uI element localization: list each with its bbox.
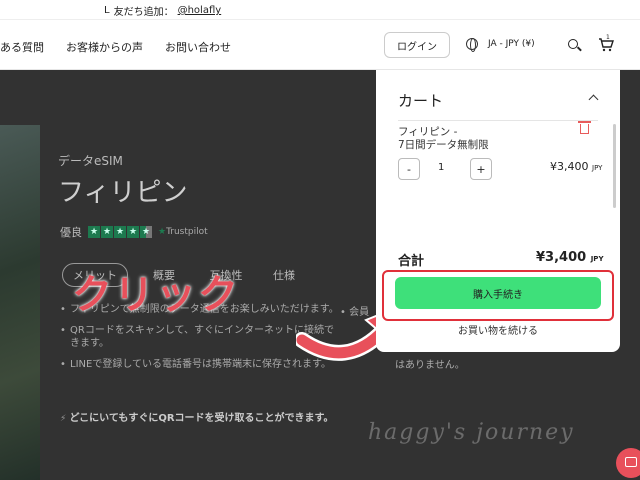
language-label: JA - JPY (¥) (488, 39, 535, 49)
watermark: haggy's journey (368, 420, 575, 445)
tab-specs[interactable]: 仕様 (266, 263, 302, 287)
star-icon: ★ (114, 226, 126, 238)
search-icon[interactable] (568, 39, 578, 49)
cart-item-price: ¥3,400 JPY (550, 160, 603, 173)
cart-count-badge: 1 (606, 34, 610, 41)
trustpilot-icon: ★ (158, 227, 167, 237)
trustpilot-label: ★Trustpilot (158, 227, 208, 237)
login-button[interactable]: ログイン (384, 32, 450, 58)
cart-scrollbar[interactable] (613, 124, 616, 208)
chevron-up-icon[interactable] (588, 94, 599, 105)
total-label: 合計 (398, 254, 425, 269)
product-hero-image (0, 125, 40, 480)
cart-panel: カート フィリピン - 7日間データ無制限 - 1 + ¥3,400 JPY 合… (376, 70, 620, 352)
continue-shopping-link[interactable]: お買い物を続ける (376, 322, 620, 337)
announcement-bar (0, 0, 640, 20)
nav-link-contact[interactable]: お問い合わせ (165, 39, 231, 55)
rating-row: 優良 ★ ★ ★ ★ ★ ★Trustpilot (60, 224, 208, 240)
rating-label: 優良 (60, 226, 82, 239)
click-annotation-text: クリック (72, 272, 240, 318)
cart-title: カート (398, 92, 444, 110)
star-icon: ★ (140, 226, 152, 238)
qty-value: 1 (438, 162, 445, 173)
qty-increase-button[interactable]: + (470, 158, 492, 180)
qr-note: ⚡ どこにいてもすぐにQRコードを受け取ることができます。 (60, 413, 334, 424)
line-icon: L (104, 5, 110, 16)
cart-item-name: フィリピン - 7日間データ無制限 (398, 126, 489, 151)
main-nav: ある質問 お客様からの声 お問い合わせ ログイン JA - JPY (¥) 1 (0, 20, 640, 70)
divider (398, 120, 598, 121)
star-icon: ★ (88, 226, 100, 238)
product-title: フィリピン (58, 178, 188, 208)
language-selector[interactable]: JA - JPY (¥) (466, 38, 535, 52)
line-add-friend[interactable]: L 友だち追加： @holafly (104, 3, 221, 18)
total-value: ¥3,400 JPY (536, 250, 604, 265)
product-subtitle: データeSIM (58, 154, 123, 168)
chat-button[interactable] (616, 448, 640, 478)
star-icon: ★ (101, 226, 113, 238)
trash-icon[interactable] (578, 121, 591, 134)
line-handle-link[interactable]: @holafly (178, 5, 222, 16)
nav-link-reviews[interactable]: お客様からの声 (66, 39, 143, 55)
checkout-button[interactable]: 購入手続き (395, 277, 601, 309)
star-icon: ★ (127, 226, 139, 238)
nav-link-faq[interactable]: ある質問 (0, 39, 44, 55)
line-add-text: 友だち追加： (113, 7, 174, 18)
rating-stars: ★ ★ ★ ★ ★ (88, 226, 152, 238)
globe-icon (466, 38, 478, 52)
qty-decrease-button[interactable]: - (398, 158, 420, 180)
